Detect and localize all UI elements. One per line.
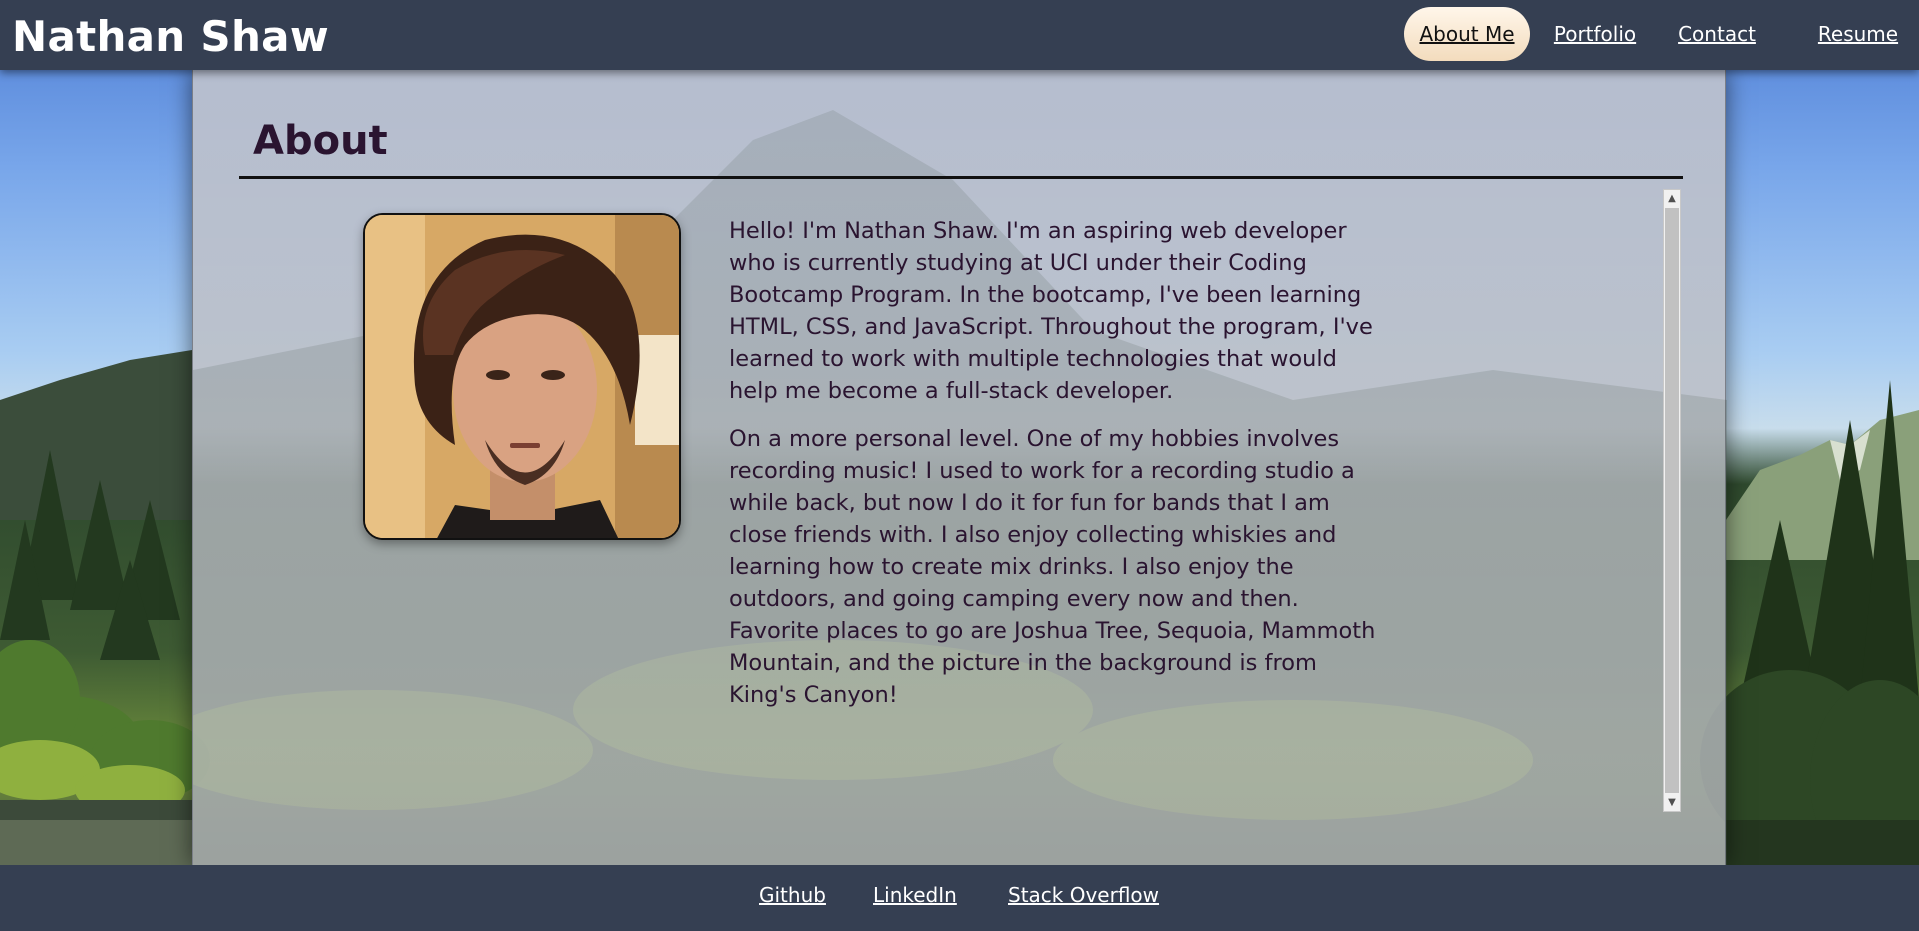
footer-link-github[interactable]: Github <box>759 883 826 907</box>
profile-photo <box>363 213 681 540</box>
about-paragraph-personal: On a more personal level. One of my hobb… <box>729 426 1376 708</box>
nav-portfolio[interactable]: Portfolio <box>1540 7 1650 61</box>
nav-contact[interactable]: Contact <box>1667 7 1767 61</box>
site-brand[interactable]: Nathan Shaw <box>12 12 329 61</box>
site-footer: Github LinkedIn Stack Overflow <box>0 865 1919 931</box>
nav-resume[interactable]: Resume <box>1808 7 1908 61</box>
about-text: Hello! I'm Nathan Shaw. I'm an aspiring … <box>729 215 1379 727</box>
scroll-thumb[interactable] <box>1665 208 1679 793</box>
scroll-down-arrow-icon[interactable]: ▼ <box>1664 794 1680 811</box>
scroll-up-arrow-icon[interactable]: ▲ <box>1664 190 1680 207</box>
about-panel: About Hello! I'm Nathan Shaw. I'm an asp… <box>192 70 1727 865</box>
footer-link-stack-overflow[interactable]: Stack Overflow <box>1008 883 1159 907</box>
section-title: About <box>253 118 388 164</box>
nav-about-me[interactable]: About Me <box>1404 7 1530 61</box>
profile-photo-illustration <box>365 215 679 538</box>
footer-link-linkedin[interactable]: LinkedIn <box>873 883 957 907</box>
content-scrollbar[interactable]: ▲ ▼ <box>1663 189 1681 812</box>
section-divider <box>239 176 1683 179</box>
about-paragraph-intro: Hello! I'm Nathan Shaw. I'm an aspiring … <box>729 218 1373 404</box>
site-header: Nathan Shaw About Me Portfolio Contact R… <box>0 0 1919 70</box>
